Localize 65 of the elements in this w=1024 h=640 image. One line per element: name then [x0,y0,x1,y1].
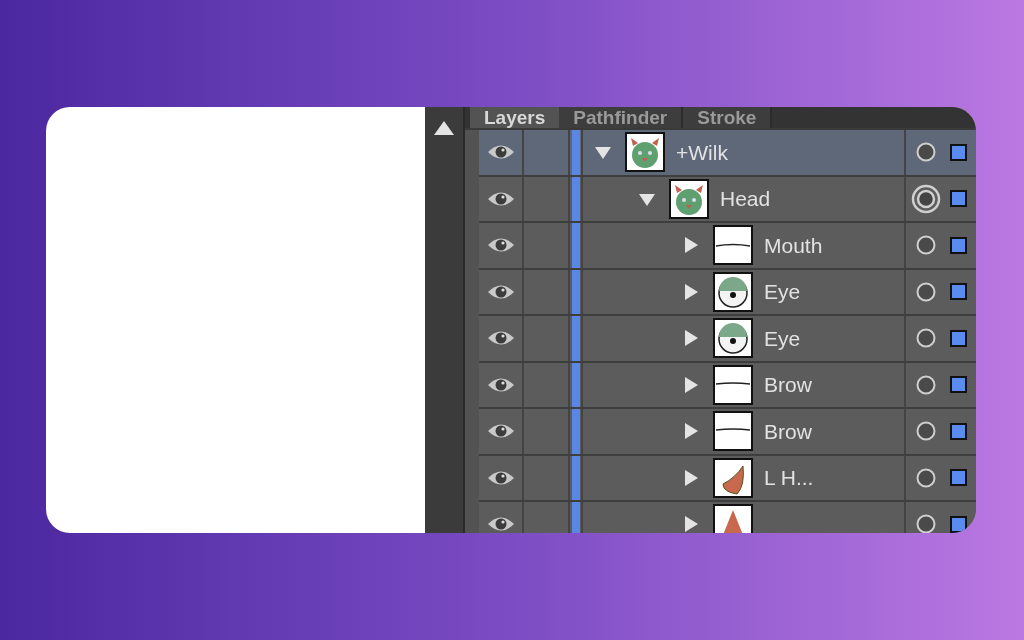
selection-square-icon[interactable] [950,515,967,533]
layer-thumbnail [713,411,753,452]
layer-name: +Wilk [676,139,728,166]
layer-thumbnail [713,271,753,312]
target-ring-icon[interactable] [916,142,936,163]
target-ring-icon[interactable] [916,467,936,488]
layer-row[interactable]: Head [479,176,976,223]
target-ring-icon[interactable] [916,281,936,302]
layer-name: Brow [764,418,812,445]
target-ring-icon[interactable] [916,328,936,349]
expand-triangle-icon[interactable] [683,516,699,533]
layer-color-bar [571,223,580,268]
layer-thumbnail [713,225,753,266]
selection-square-icon[interactable] [950,283,967,301]
layer-thumbnail [713,504,753,533]
expand-triangle-icon[interactable] [683,469,699,486]
layer-row[interactable]: Brow [479,409,976,456]
layer-name: Mouth [764,232,823,259]
layer-thumbnail [713,364,753,405]
layer-color-bar [571,409,580,454]
selection-square-icon[interactable] [950,190,967,208]
panel-tab[interactable]: Layers [470,107,560,128]
layer-row[interactable]: L H... [479,455,976,502]
layer-thumbnail [713,457,753,498]
selection-square-icon[interactable] [950,469,967,487]
expand-triangle-icon[interactable] [683,283,699,300]
layer-name: Brow [764,372,812,398]
layer-color-bar [571,176,580,221]
eye-icon[interactable] [486,515,515,533]
layer-thumbnail [625,132,665,173]
target-ring-icon[interactable] [916,421,936,442]
panel-tab[interactable]: Pathfinder [559,107,684,128]
target-ring-icon[interactable] [916,514,936,533]
layer-color-bar [571,502,580,533]
layer-color-bar [571,362,580,407]
scroll-up-arrow-icon[interactable] [434,121,454,135]
panel-tab[interactable]: Stroke [683,107,773,128]
layer-name: Head [720,186,771,212]
target-ring-icon[interactable] [916,235,936,256]
layer-name: Eye [764,279,801,305]
selection-square-icon[interactable] [950,376,967,394]
expand-triangle-icon[interactable] [683,330,699,347]
layer-color-bar [571,316,580,361]
selection-square-icon[interactable] [950,422,967,440]
expand-triangle-icon[interactable] [683,237,699,254]
layer-thumbnail [713,318,753,359]
layer-row[interactable]: Eye [479,269,976,316]
layer-name: Eye [764,325,801,352]
layer-color-bar [571,455,580,500]
layer-name: L H... [764,465,814,491]
collapse-triangle-icon[interactable] [595,144,611,161]
expand-triangle-icon[interactable] [683,423,699,440]
layer-row[interactable]: Brow [479,362,976,409]
layer-row[interactable]: Mouth [479,223,976,270]
expand-triangle-icon[interactable] [683,376,699,393]
layer-row[interactable]: +Wilk [479,130,976,177]
selection-square-icon[interactable] [950,143,967,161]
layer-color-bar [571,130,580,175]
selection-square-icon[interactable] [950,329,967,347]
target-ring-icon[interactable] [916,374,936,395]
layer-color-bar [571,269,580,314]
selection-square-icon[interactable] [950,236,967,254]
layer-thumbnail [669,178,709,219]
layer-row[interactable]: Eye [479,316,976,363]
target-double-ring-icon[interactable] [911,183,941,214]
